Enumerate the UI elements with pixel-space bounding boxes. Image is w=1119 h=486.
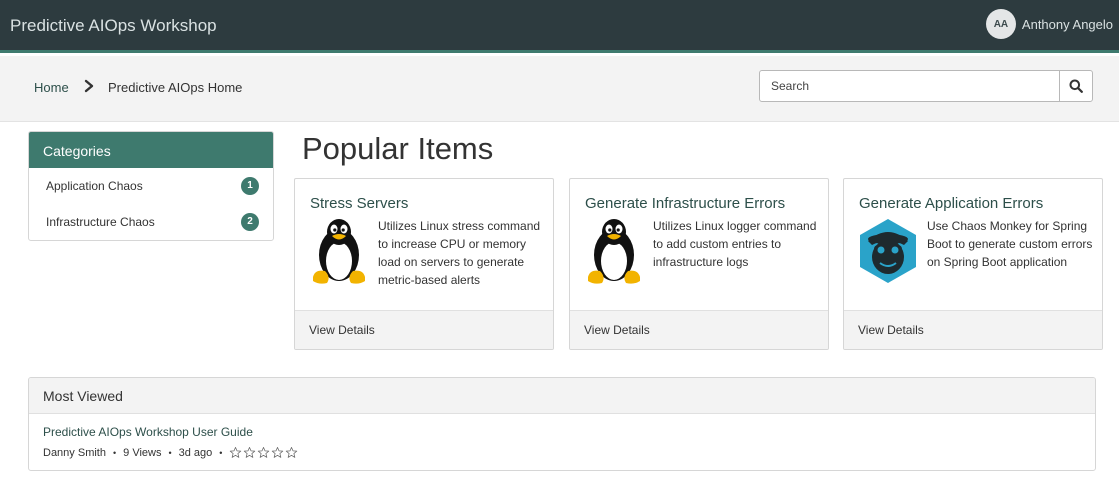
card-title[interactable]: Generate Application Errors [859,195,1043,212]
category-item-application-chaos[interactable]: Application Chaos 1 [29,168,273,204]
catalog-card-application-errors[interactable]: Generate Application Errors Use Chaos Mo… [843,178,1103,350]
linux-penguin-icon [588,219,640,284]
app-title[interactable]: Predictive AIOps Workshop [10,16,217,36]
category-count-badge: 2 [241,213,259,231]
category-item-infrastructure-chaos[interactable]: Infrastructure Chaos 2 [29,204,273,240]
category-label: Infrastructure Chaos [46,215,155,229]
search-button[interactable] [1059,71,1092,101]
separator-dot: • [219,447,223,458]
article-views: 9 Views [123,446,162,459]
top-navbar: Predictive AIOps Workshop AA Anthony Ang… [0,0,1119,53]
most-viewed-panel: Most Viewed Predictive AIOps Workshop Us… [28,377,1096,471]
star-icon[interactable] [257,446,270,459]
article-author: Danny Smith [43,446,106,459]
star-rating[interactable] [229,446,299,459]
card-description: Use Chaos Monkey for Spring Boot to gene… [927,219,1093,269]
search-box [759,70,1093,102]
separator-dot: • [112,447,117,458]
breadcrumb-current: Predictive AIOps Home [108,80,243,95]
categories-panel: Categories Application Chaos 1 Infrastru… [28,131,274,241]
card-description: Utilizes Linux logger command to add cus… [653,219,817,269]
star-icon[interactable] [285,446,298,459]
article-link[interactable]: Predictive AIOps Workshop User Guide [43,425,253,439]
star-icon[interactable] [271,446,284,459]
avatar[interactable]: AA [985,9,1016,39]
star-icon[interactable] [229,446,242,459]
catalog-card-infrastructure-errors[interactable]: Generate Infrastructure Errors Utilizes … [569,178,829,350]
view-details-link[interactable]: View Details [844,310,1102,349]
card-title[interactable]: Generate Infrastructure Errors [585,195,785,212]
user-name[interactable]: Anthony Angelo [1022,17,1113,32]
breadcrumb-bar: Home Predictive AIOps Home [0,56,1119,122]
view-details-link[interactable]: View Details [295,310,553,349]
card-description: Utilizes Linux stress command to increas… [378,219,541,287]
article-age: 3d ago [178,446,213,459]
search-icon [1069,79,1083,93]
search-input[interactable] [760,71,1060,101]
breadcrumb-home-link[interactable]: Home [34,80,69,95]
chevron-right-icon [84,79,94,93]
categories-title: Categories [29,132,273,168]
star-icon[interactable] [243,446,256,459]
chaos-monkey-icon [860,219,916,283]
view-details-link[interactable]: View Details [570,310,828,349]
popular-items-title: Popular Items [302,131,494,166]
category-count-badge: 1 [241,177,259,195]
user-menu[interactable]: AA Anthony Angelo [985,9,1113,39]
linux-penguin-icon [313,219,365,284]
most-viewed-title: Most Viewed [29,378,1095,414]
separator-dot: • [168,447,172,458]
card-title[interactable]: Stress Servers [310,195,408,212]
catalog-card-stress-servers[interactable]: Stress Servers Utilizes Linux stress com… [294,178,554,350]
article-meta: Danny Smith • 9 Views • 3d ago • [43,446,299,459]
category-label: Application Chaos [46,179,143,193]
